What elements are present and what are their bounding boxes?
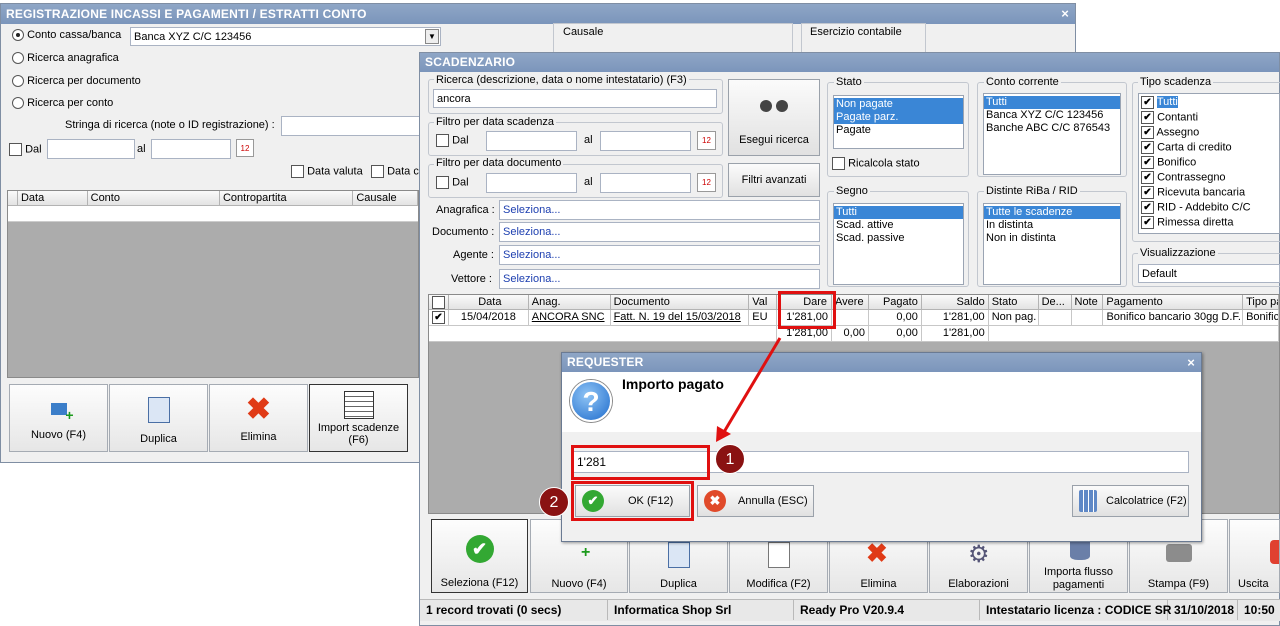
- annotation-arrow: [716, 337, 782, 442]
